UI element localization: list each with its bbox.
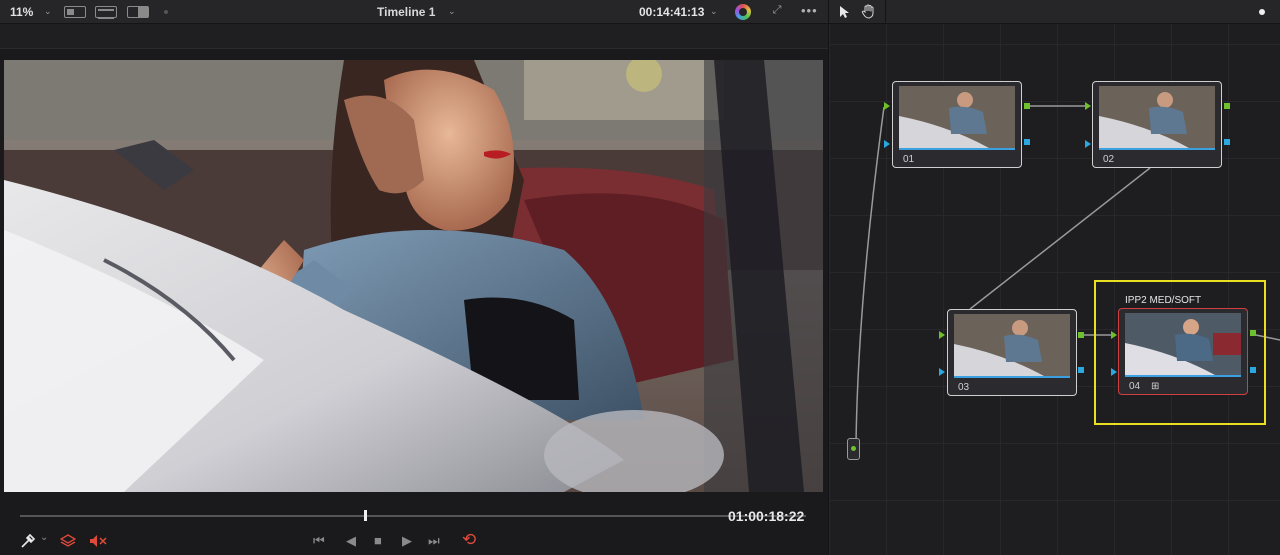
node-output-port[interactable]: [1024, 103, 1030, 109]
node-input-port[interactable]: [1085, 102, 1091, 110]
app-window: 11% ⌄ Timeline 1 ⌄ 00:14:41:13 ⌄ ⤢ ••• ⌄…: [0, 0, 1280, 555]
viewer-header-strip: [0, 24, 828, 49]
node-output-port[interactable]: [1224, 103, 1230, 109]
node-status-bar: [1125, 375, 1241, 377]
first-frame-icon[interactable]: ⏮: [313, 533, 325, 549]
node-key-input-port[interactable]: [939, 368, 945, 376]
more-options-icon[interactable]: •••: [801, 3, 818, 18]
color-wheel-icon[interactable]: [735, 4, 751, 20]
node-label: IPP2 MED/SOFT: [1125, 295, 1202, 306]
node-number: 04: [1129, 381, 1141, 392]
node-output-port[interactable]: [1078, 332, 1084, 338]
node-number: 01: [903, 154, 915, 165]
panel-divider: [885, 0, 886, 24]
picker-icon[interactable]: [20, 533, 36, 549]
node-thumbnail: [954, 314, 1070, 376]
video-frame[interactable]: [4, 60, 823, 492]
node-02[interactable]: 02: [1092, 81, 1222, 168]
node-lut-grid-icon: ⊞: [1151, 381, 1160, 392]
node-key-input-port[interactable]: [1085, 140, 1091, 148]
scrubber-playhead[interactable]: [364, 510, 368, 521]
layers-icon[interactable]: [60, 534, 76, 548]
hand-tool-icon[interactable]: [861, 4, 876, 19]
single-viewer-icon[interactable]: [64, 6, 86, 18]
transport-bar: ⌄ ⏮ ◀ ■ ▶ ⏭ ⟲: [0, 527, 828, 555]
panel-divider: [828, 0, 829, 24]
gallery-viewer-icon[interactable]: [95, 6, 117, 19]
zoom-chevron-down-icon[interactable]: ⌄: [44, 6, 52, 17]
node-key-output-port[interactable]: [1250, 367, 1256, 373]
node-thumbnail: [1099, 86, 1215, 148]
play-reverse-icon[interactable]: ◀: [346, 533, 356, 549]
zoom-level[interactable]: 11%: [10, 5, 33, 19]
node-03[interactable]: 03: [947, 309, 1077, 396]
node-thumbnail: [1125, 313, 1241, 375]
source-timecode: 00:14:41:13: [639, 5, 705, 19]
node-key-output-port[interactable]: [1224, 139, 1230, 145]
status-dot-icon: [164, 10, 168, 14]
scrubber-track[interactable]: [20, 515, 806, 517]
node-number: 02: [1103, 154, 1115, 165]
expand-icon[interactable]: ⤢: [770, 4, 784, 18]
node-status-bar: [899, 148, 1015, 150]
play-icon[interactable]: ▶: [402, 533, 412, 549]
options-dot-icon[interactable]: [1259, 9, 1265, 15]
node-status-bar: [1099, 148, 1215, 150]
node-key-output-port[interactable]: [1024, 139, 1030, 145]
pointer-tool-icon[interactable]: [839, 5, 851, 19]
node-input-port[interactable]: [884, 102, 890, 110]
viewer-panel: ⌄ ⏮ ◀ ■ ▶ ⏭ ⟲ 01:00:18:22: [0, 24, 828, 555]
node-01[interactable]: 01: [892, 81, 1022, 168]
stop-icon[interactable]: ■: [374, 533, 382, 548]
node-04[interactable]: 04 ⊞: [1118, 308, 1248, 395]
picker-chevron-down-icon[interactable]: ⌄: [40, 532, 48, 543]
record-timecode: 01:00:18:22: [728, 508, 805, 524]
node-number: 03: [958, 382, 970, 393]
timeline-chevron-down-icon[interactable]: ⌄: [448, 6, 456, 17]
node-key-input-port[interactable]: [884, 140, 890, 148]
node-key-input-port[interactable]: [1111, 368, 1117, 376]
split-viewer-icon[interactable]: [127, 6, 149, 18]
loop-icon[interactable]: ⟲: [462, 530, 476, 550]
node-output-port[interactable]: [1250, 330, 1256, 336]
source-node[interactable]: [847, 438, 860, 460]
node-status-bar: [954, 376, 1070, 378]
node-input-port[interactable]: [1111, 331, 1117, 339]
video-frame-image: [4, 60, 823, 492]
timeline-title[interactable]: Timeline 1: [377, 5, 435, 19]
node-thumbnail: [899, 86, 1015, 148]
mute-icon[interactable]: [89, 534, 107, 548]
timecode-chevron-down-icon[interactable]: ⌄: [710, 6, 718, 17]
node-key-output-port[interactable]: [1078, 367, 1084, 373]
top-toolbar: 11% ⌄ Timeline 1 ⌄ 00:14:41:13 ⌄ ⤢ •••: [0, 0, 1280, 24]
last-frame-icon[interactable]: ⏭: [428, 533, 440, 549]
node-input-port[interactable]: [939, 331, 945, 339]
